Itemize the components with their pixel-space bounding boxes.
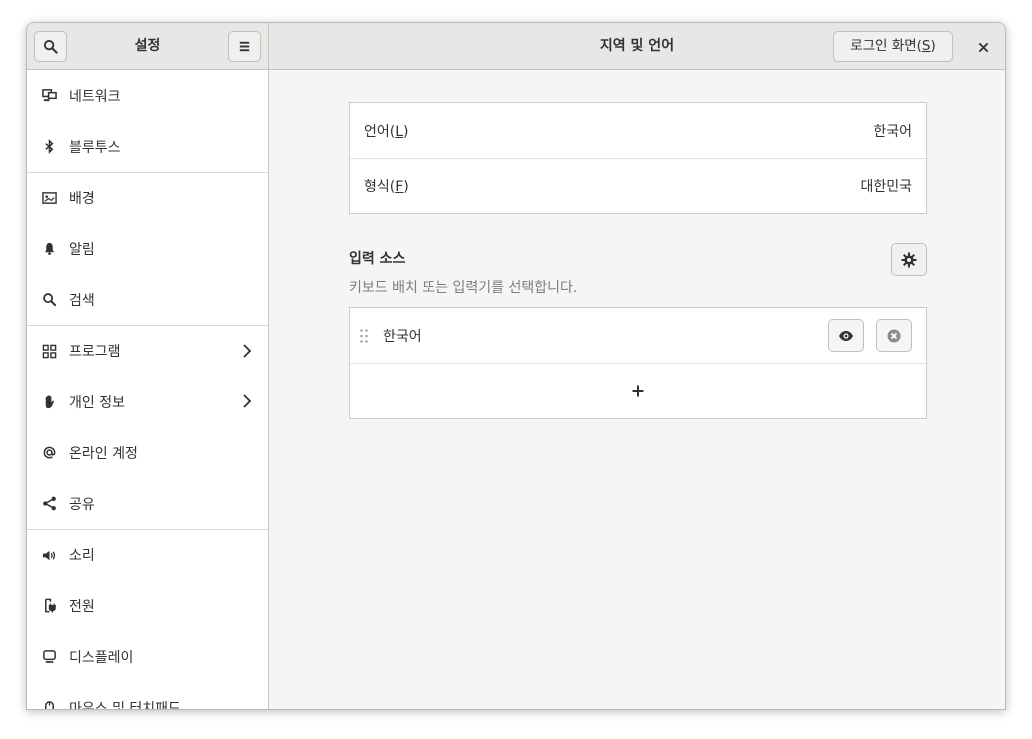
network-icon	[41, 88, 57, 104]
sidebar-item-power[interactable]: 전원	[27, 580, 268, 631]
sidebar-item-label: 전원	[69, 598, 95, 615]
sidebar-item-label: 배경	[69, 191, 95, 207]
formats-row[interactable]: 형식(F) 대한민국	[350, 158, 926, 213]
header-bar: 설정 지역 및 언어 로그인 화면(S)	[27, 23, 1005, 70]
language-label: 언어(L)	[364, 123, 409, 140]
language-label-text: 언어	[364, 123, 390, 140]
input-sources-subtitle: 키보드 배치 또는 입력기를 선택합니다.	[349, 280, 578, 296]
hand-icon	[41, 394, 57, 410]
sidebar-item-label: 공유	[69, 496, 95, 513]
share-icon	[41, 496, 57, 512]
main-content: 언어(L) 한국어 형식(F) 대한민국 입력 소스 키보드 배치 또는 입력기…	[270, 70, 1005, 709]
input-sources-list: 한국어	[349, 307, 927, 419]
language-value: 한국어	[873, 123, 912, 140]
search-icon	[41, 292, 57, 308]
sidebar-item-label: 마우스 및 터치패드	[69, 700, 181, 710]
gear-icon	[901, 252, 917, 267]
sidebar-item-mouse-touchpad[interactable]: 마우스 및 터치패드	[27, 682, 268, 709]
input-sources-options-button[interactable]	[891, 243, 927, 276]
sidebar-item-label: 블루투스	[69, 139, 121, 156]
formats-label: 형식(F)	[364, 179, 409, 195]
sidebar-item-label: 온라인 계정	[69, 445, 138, 462]
sidebar-item-label: 프로그램	[69, 344, 121, 360]
sidebar-item-online-accounts[interactable]: 온라인 계정	[27, 427, 268, 478]
bluetooth-icon	[41, 139, 57, 155]
formats-value: 대한민국	[860, 179, 912, 195]
main-menu-button[interactable]	[228, 31, 261, 62]
sidebar-item-displays[interactable]: 디스플레이	[27, 631, 268, 682]
sidebar-item-label: 디스플레이	[69, 649, 134, 666]
preview-layout-button[interactable]	[828, 319, 864, 352]
mouse-icon	[41, 700, 57, 709]
sidebar: 네트워크 블루투스 배경 알림 검색 프로그램 개인 정보 온라인 계정 공유 …	[27, 70, 269, 709]
sidebar-item-label: 알림	[69, 241, 95, 258]
search-button[interactable]	[34, 31, 67, 62]
input-sources-title: 입력 소스	[349, 251, 406, 267]
sidebar-item-label: 개인 정보	[69, 394, 125, 411]
sidebar-item-applications[interactable]: 프로그램	[27, 325, 268, 376]
sidebar-item-network[interactable]: 네트워크	[27, 70, 268, 121]
sidebar-item-label: 검색	[69, 292, 95, 309]
login-screen-button[interactable]: 로그인 화면(S)	[833, 31, 953, 62]
sidebar-item-sound[interactable]: 소리	[27, 529, 268, 580]
power-icon	[41, 598, 57, 614]
remove-circle-icon	[887, 329, 901, 342]
hamburger-menu-icon	[239, 41, 250, 52]
sidebar-header: 설정	[27, 23, 269, 70]
search-icon	[43, 39, 58, 54]
chevron-right-icon	[243, 394, 252, 408]
apps-grid-icon	[41, 343, 57, 359]
language-format-list: 언어(L) 한국어 형식(F) 대한민국	[349, 102, 927, 214]
language-mnemonic: L	[395, 123, 404, 140]
input-source-label: 한국어	[383, 328, 422, 345]
sidebar-item-background[interactable]: 배경	[27, 172, 268, 223]
background-icon	[41, 190, 57, 206]
bell-icon	[41, 241, 57, 257]
remove-input-source-button[interactable]	[876, 319, 912, 352]
language-row[interactable]: 언어(L) 한국어	[350, 103, 926, 158]
sidebar-item-sharing[interactable]: 공유	[27, 478, 268, 529]
login-screen-mnemonic: S	[921, 38, 931, 54]
close-button[interactable]	[971, 35, 995, 59]
sidebar-item-notifications[interactable]: 알림	[27, 223, 268, 274]
settings-window: 설정 지역 및 언어 로그인 화면(S) 네트워크 블루투스 배경 알림 검색 …	[26, 22, 1006, 710]
formats-mnemonic: F	[395, 179, 404, 195]
drag-handle-icon[interactable]	[359, 328, 369, 344]
chevron-right-icon	[243, 344, 252, 358]
sidebar-title: 설정	[134, 38, 161, 54]
sidebar-item-label: 네트워크	[69, 88, 121, 105]
display-icon	[41, 649, 57, 665]
close-icon	[978, 42, 988, 52]
add-input-source-row[interactable]	[350, 363, 926, 418]
sidebar-item-search[interactable]: 검색	[27, 274, 268, 325]
add-icon	[632, 385, 644, 397]
at-icon	[41, 445, 57, 461]
eye-icon	[839, 330, 853, 341]
input-source-row[interactable]: 한국어	[350, 308, 926, 363]
speaker-icon	[41, 547, 57, 563]
sidebar-item-bluetooth[interactable]: 블루투스	[27, 121, 268, 172]
sidebar-item-label: 소리	[69, 548, 95, 564]
sidebar-item-privacy[interactable]: 개인 정보	[27, 376, 268, 427]
formats-label-text: 형식	[364, 179, 390, 195]
login-screen-label: 로그인 화면	[850, 38, 917, 54]
